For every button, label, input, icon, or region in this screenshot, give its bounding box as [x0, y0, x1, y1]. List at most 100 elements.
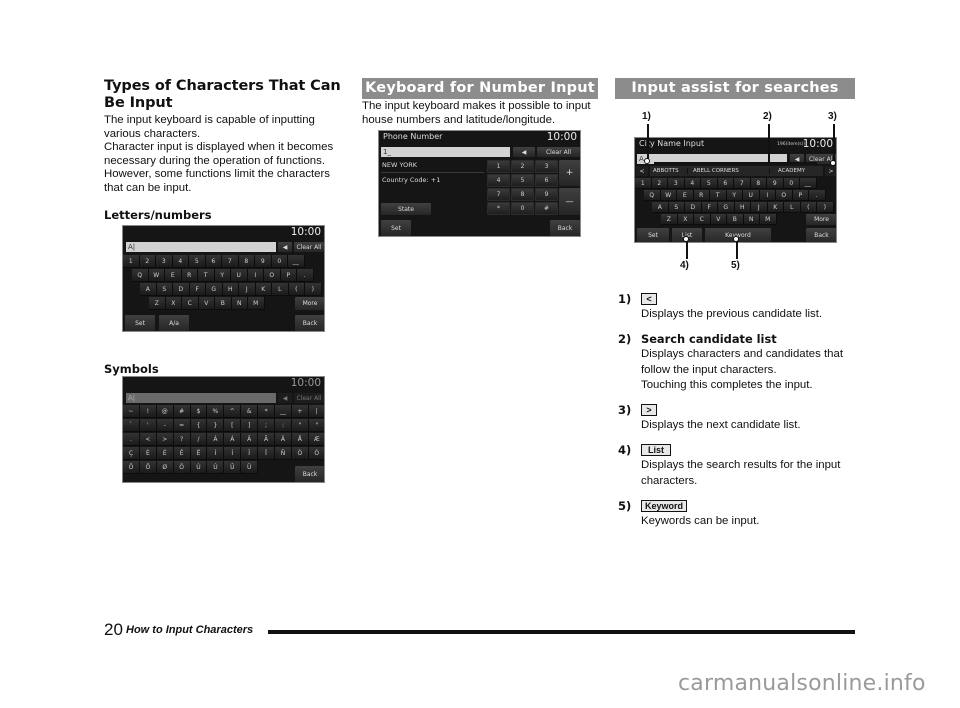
keyboard-key[interactable]: )	[817, 202, 834, 213]
keyboard-key[interactable]: Â	[241, 433, 259, 446]
clear-all-button[interactable]: Clear All	[537, 147, 580, 157]
keyboard-key[interactable]: Ù	[190, 461, 208, 474]
keyboard-key[interactable]: C	[182, 297, 199, 310]
keyboard-key[interactable]: Ç	[123, 447, 140, 460]
keyboard-key[interactable]: 0	[783, 178, 800, 189]
keyboard-key[interactable]: N	[231, 297, 248, 310]
keyboard-key[interactable]: Ú	[207, 461, 225, 474]
keyboard-key[interactable]: Í	[224, 447, 242, 460]
keyboard-key[interactable]: .	[297, 269, 314, 282]
keyboard-key[interactable]: `	[123, 419, 140, 432]
keyboard-key[interactable]: 7	[222, 255, 239, 268]
keyboard-key[interactable]: Ã	[258, 433, 276, 446]
keyboard-key[interactable]: B	[727, 214, 744, 225]
keyboard-key[interactable]: !	[139, 405, 157, 418]
keyboard-key[interactable]: 1	[635, 178, 652, 189]
backspace-icon[interactable]: ◀	[278, 242, 292, 252]
keyboard-key[interactable]: E	[165, 269, 182, 282]
number-key[interactable]: 1	[487, 160, 510, 173]
keyboard-key[interactable]: C	[694, 214, 711, 225]
keyboard-key[interactable]: Ø	[156, 461, 174, 474]
keyboard-key[interactable]: Î	[241, 447, 259, 460]
keyboard-key[interactable]: __	[800, 178, 817, 189]
keyboard-key[interactable]: "	[291, 419, 309, 432]
number-key[interactable]: #	[535, 202, 558, 215]
number-key[interactable]: 9	[535, 188, 558, 201]
phone-number-input[interactable]: 1_	[381, 147, 510, 157]
keyboard-key[interactable]: #	[173, 405, 191, 418]
keyboard-key[interactable]: I	[759, 190, 776, 201]
clear-all-button[interactable]: Clear All	[294, 242, 324, 252]
keyboard-key[interactable]: X	[677, 214, 694, 225]
case-toggle-button[interactable]: A/a	[159, 315, 189, 331]
keyboard-key[interactable]: Ò	[291, 447, 309, 460]
previous-candidates-button[interactable]: <	[636, 166, 648, 176]
keyboard-key[interactable]: T	[198, 269, 215, 282]
keyboard-key[interactable]: <	[139, 433, 157, 446]
keyboard-key[interactable]: __	[288, 255, 305, 268]
keyboard-key[interactable]: =	[173, 419, 191, 432]
keyboard-key[interactable]: H	[222, 283, 239, 296]
keyboard-key[interactable]: Z	[149, 297, 166, 310]
minus-key[interactable]: —	[559, 188, 580, 215]
backspace-icon[interactable]: ◀	[278, 393, 292, 403]
number-key[interactable]: 6	[535, 174, 558, 187]
next-candidates-button[interactable]: >	[825, 166, 836, 176]
back-button[interactable]: Back	[295, 315, 324, 331]
back-button[interactable]: Back	[295, 466, 324, 482]
number-key[interactable]: 0	[511, 202, 534, 215]
keyboard-key[interactable]: K	[767, 202, 784, 213]
keyboard-key[interactable]: B	[215, 297, 232, 310]
keyboard-key[interactable]: 2	[651, 178, 668, 189]
keyboard-key[interactable]: J	[239, 283, 256, 296]
keyboard-key[interactable]: F	[701, 202, 718, 213]
keyboard-key[interactable]: '	[139, 419, 157, 432]
keyboard-key[interactable]: V	[198, 297, 215, 310]
keyboard-key[interactable]: K	[255, 283, 272, 296]
keyboard-key[interactable]: Ü	[241, 461, 259, 474]
keyboard-key[interactable]: :	[275, 419, 292, 432]
keyboard-key[interactable]: ^	[224, 405, 242, 418]
keyboard-key[interactable]: 5	[189, 255, 206, 268]
candidate-item[interactable]: ABBOTTS	[650, 168, 688, 174]
more-button[interactable]: More	[295, 297, 324, 310]
keyboard-key[interactable]: Ó	[308, 447, 324, 460]
keyboard-key[interactable]: Q	[644, 190, 661, 201]
keyboard-key[interactable]: ;	[258, 419, 276, 432]
keyboard-key[interactable]: {	[190, 419, 208, 432]
keyboard-key[interactable]: D	[685, 202, 702, 213]
keyboard-key[interactable]: Á	[224, 433, 242, 446]
keyboard-key[interactable]: Y	[214, 269, 231, 282]
keyboard-key[interactable]: 6	[205, 255, 222, 268]
keyboard-key[interactable]: Y	[726, 190, 743, 201]
keyboard-key[interactable]: I	[247, 269, 264, 282]
keyboard-key[interactable]: Ë	[190, 447, 208, 460]
keyboard-key[interactable]: R	[693, 190, 710, 201]
keyboard-key[interactable]: L	[784, 202, 801, 213]
keyboard-key[interactable]: Ï	[258, 447, 276, 460]
keyboard-key[interactable]: [	[224, 419, 242, 432]
keyboard-key[interactable]: Ì	[207, 447, 225, 460]
keyboard-key[interactable]: Û	[224, 461, 242, 474]
keyboard-key[interactable]: Å	[291, 433, 309, 446]
candidate-item[interactable]: ACADEMY	[770, 168, 823, 174]
keyboard-key[interactable]: *	[258, 405, 276, 418]
keyboard-key[interactable]: 3	[668, 178, 685, 189]
keyboard-key[interactable]: A	[652, 202, 669, 213]
keyboard-key[interactable]: .	[809, 190, 826, 201]
back-button[interactable]: Back	[806, 228, 836, 242]
number-key[interactable]: 4	[487, 174, 510, 187]
keyboard-key[interactable]: F	[189, 283, 206, 296]
keyboard-key[interactable]: 2	[139, 255, 156, 268]
keyboard-key[interactable]: Æ	[308, 433, 324, 446]
keyboard-key[interactable]: ~	[123, 405, 140, 418]
keyboard-key[interactable]: X	[165, 297, 182, 310]
keyboard-key[interactable]: P	[280, 269, 297, 282]
keyboard-key[interactable]: -	[156, 419, 174, 432]
keyboard-key[interactable]: S	[156, 283, 173, 296]
state-button[interactable]: State	[381, 203, 431, 215]
keyboard-key[interactable]: >	[156, 433, 174, 446]
back-button[interactable]: Back	[550, 220, 580, 236]
keyboard-key[interactable]: }	[207, 419, 225, 432]
keyboard-key[interactable]: G	[718, 202, 735, 213]
